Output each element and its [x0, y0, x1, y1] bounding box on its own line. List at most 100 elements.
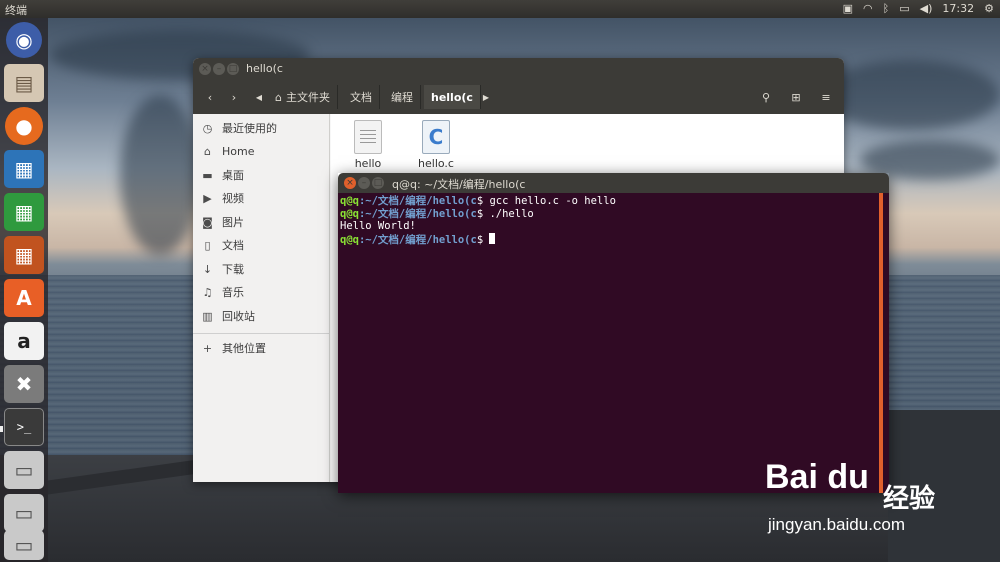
crumb-label: 文档 — [350, 91, 372, 104]
ubuntu-logo-icon: ◉ — [15, 28, 33, 52]
sidebar-item-desktop[interactable]: ▬ 桌面 — [201, 165, 326, 185]
menu-button[interactable]: ≡ — [814, 85, 838, 109]
sidebar-item-pictures[interactable]: ◙ 图片 — [201, 212, 326, 232]
sidebar-item-label: 桌面 — [222, 169, 244, 182]
search-icon: ⚲ — [761, 90, 771, 104]
crumb-documents[interactable]: 文档 — [343, 85, 380, 109]
terminal-line: q@q:~/文档/编程/hello(c$ ./hello — [340, 207, 534, 220]
sidebar-item-trash[interactable]: ▥ 回收站 — [201, 306, 326, 326]
binary-file-icon — [354, 120, 382, 154]
plus-icon: + — [202, 341, 213, 355]
sidebar-item-label: 最近使用的 — [222, 122, 277, 135]
launcher-drive-2[interactable]: ▭ — [4, 494, 44, 532]
file-manager-toolbar: ‹ › ◀ ⌂ 主文件夹 文档 编程 hello(c ▶ ⚲ ⊞ ≡ — [193, 80, 844, 114]
baidu-watermark: Bai du 经验 jingyan.baidu.com — [765, 458, 995, 538]
file-item-hello-c[interactable]: C hello.c — [406, 120, 466, 170]
ubuntu-dash-button[interactable]: ◉ — [6, 22, 42, 58]
launcher-firefox[interactable]: ● — [5, 107, 43, 145]
terminal-line: q@q:~/文档/编程/hello(c$ gcc hello.c -o hell… — [340, 195, 616, 207]
launcher-drive-3[interactable]: ▭ — [4, 530, 44, 560]
download-icon: ↓ — [202, 262, 213, 276]
back-button[interactable]: ‹ — [199, 85, 221, 109]
launcher-writer[interactable]: ▦ — [4, 150, 44, 188]
file-item-hello[interactable]: hello — [338, 120, 398, 170]
maximize-button[interactable]: □ — [372, 177, 384, 189]
amazon-icon: a — [17, 329, 31, 353]
sidebar-item-label: 回收站 — [222, 310, 255, 323]
watermark-cn: 经验 — [883, 484, 936, 514]
folder-icon: ▬ — [202, 168, 213, 182]
terminal-line: Hello World! — [340, 220, 416, 232]
wifi-icon[interactable]: ◠ — [863, 2, 873, 15]
impress-icon: ▦ — [14, 243, 34, 267]
launcher-amazon[interactable]: a — [4, 322, 44, 360]
crumb-label: hello(c — [431, 90, 473, 104]
launcher-calc[interactable]: ▦ — [4, 193, 44, 231]
terminal-icon: >_ — [16, 420, 32, 434]
minimize-button[interactable]: – — [358, 177, 370, 189]
clock[interactable]: 17:32 — [942, 2, 974, 15]
window-title: q@q: ~/文档/编程/hello(c — [392, 178, 526, 191]
breadcrumb-scroll-left[interactable]: ◀ — [253, 85, 265, 109]
keyboard-icon[interactable]: ▣ — [843, 2, 853, 15]
volume-icon[interactable]: ◀) — [920, 2, 933, 15]
crumb-label: 编程 — [391, 91, 413, 104]
file-manager-titlebar[interactable]: × – □ hello(c — [193, 58, 844, 80]
launcher-drive-1[interactable]: ▭ — [4, 451, 44, 489]
launcher-terminal[interactable]: >_ — [4, 408, 44, 446]
battery-icon[interactable]: ▭ — [899, 2, 909, 15]
drive-icon: ▭ — [14, 458, 34, 482]
sidebar-item-documents[interactable]: ▯ 文档 — [201, 235, 326, 255]
search-button[interactable]: ⚲ — [754, 85, 778, 109]
terminal-titlebar[interactable]: × – □ q@q: ~/文档/编程/hello(c — [338, 173, 889, 193]
sidebar-divider — [193, 333, 330, 334]
sidebar-item-recent[interactable]: ◷ 最近使用的 — [201, 118, 326, 138]
sidebar-item-videos[interactable]: ▶ 视频 — [201, 188, 326, 208]
active-indicator — [0, 426, 3, 432]
music-icon: ♫ — [202, 285, 213, 299]
settings-icon: ✖ — [15, 372, 33, 396]
active-app-title: 终端 — [5, 4, 27, 17]
bluetooth-icon[interactable]: ᛒ — [883, 2, 890, 15]
sidebar-item-home[interactable]: ⌂ Home — [201, 141, 326, 161]
document-icon: ▯ — [204, 238, 211, 252]
launcher-impress[interactable]: ▦ — [4, 236, 44, 274]
terminal-output[interactable]: q@q:~/文档/编程/hello(c$ gcc hello.c -o hell… — [338, 193, 875, 493]
crumb-current[interactable]: hello(c — [424, 85, 481, 109]
sidebar-item-label: 下载 — [222, 263, 244, 276]
view-toggle-button[interactable]: ⊞ — [784, 85, 808, 109]
watermark-url: jingyan.baidu.com — [768, 515, 906, 534]
terminal-scrollbar[interactable] — [875, 193, 889, 493]
sidebar-item-label: 图片 — [222, 216, 244, 229]
launcher: ◉ ▤ ● ▦ ▦ ▦ A a ✖ >_ ▭ ▭ ▭ — [0, 18, 48, 562]
launcher-files[interactable]: ▤ — [4, 64, 44, 102]
launcher-software-center[interactable]: A — [4, 279, 44, 317]
close-button[interactable]: × — [344, 177, 356, 189]
firefox-icon: ● — [15, 114, 33, 138]
sidebar-item-music[interactable]: ♫ 音乐 — [201, 282, 326, 302]
close-button[interactable]: × — [199, 63, 211, 75]
gear-icon[interactable]: ⚙ — [984, 2, 994, 15]
home-icon: ⌂ — [275, 90, 282, 104]
crumb-label: 主文件夹 — [285, 91, 330, 104]
breadcrumb-scroll-right[interactable]: ▶ — [480, 85, 492, 109]
chevron-right-icon: › — [231, 90, 237, 104]
sidebar-item-label: Home — [222, 144, 255, 158]
writer-icon: ▦ — [14, 157, 34, 181]
crumb-home[interactable]: ⌂ 主文件夹 — [268, 85, 338, 109]
forward-button[interactable]: › — [223, 85, 245, 109]
sidebar-item-label: 其他位置 — [222, 342, 266, 355]
triangle-left-icon: ◀ — [255, 92, 263, 102]
watermark-brand: Bai du — [765, 458, 869, 496]
minimize-button[interactable]: – — [213, 63, 225, 75]
sidebar-item-other-locations[interactable]: + 其他位置 — [201, 338, 326, 358]
scrollbar-thumb[interactable] — [879, 193, 883, 493]
triangle-right-icon: ▶ — [482, 92, 490, 102]
calc-icon: ▦ — [14, 200, 34, 224]
crumb-programming[interactable]: 编程 — [384, 85, 421, 109]
maximize-button[interactable]: □ — [227, 63, 239, 75]
sidebar-item-downloads[interactable]: ↓ 下载 — [201, 259, 326, 279]
sidebar-item-label: 文档 — [222, 239, 244, 252]
launcher-system-settings[interactable]: ✖ — [4, 365, 44, 403]
files-icon: ▤ — [14, 71, 34, 95]
